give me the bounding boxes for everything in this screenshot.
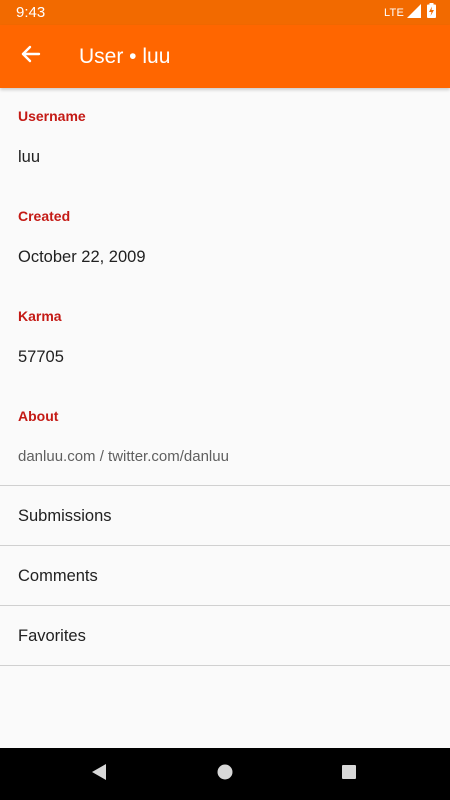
username-field: Username luu (0, 88, 450, 188)
triangle-back-icon (90, 763, 108, 786)
screen: 9:43 LTE User • luu Username luu Created… (0, 0, 450, 800)
menu-item-label: Favorites (18, 627, 86, 645)
created-label: Created (18, 208, 71, 224)
menu-item-submissions[interactable]: Submissions (0, 486, 450, 546)
page-title: User • luu (79, 45, 171, 68)
system-nav-bar (0, 748, 450, 800)
network-type: LTE (384, 7, 404, 19)
status-bar: 9:43 LTE (0, 0, 450, 25)
status-indicators: LTE (384, 3, 436, 23)
status-time: 9:43 (16, 4, 46, 21)
created-field: Created October 22, 2009 (0, 188, 450, 288)
created-value: October 22, 2009 (18, 248, 146, 266)
signal-icon (407, 3, 421, 23)
about-label: About (18, 408, 59, 424)
nav-home-button[interactable] (213, 762, 237, 786)
circle-home-icon (216, 763, 234, 786)
menu-item-label: Submissions (18, 507, 112, 525)
back-button[interactable] (14, 39, 48, 73)
menu-item-favorites[interactable]: Favorites (0, 606, 450, 666)
about-field: About danluu.com / twitter.com/danluu (0, 388, 450, 486)
karma-value: 57705 (18, 348, 64, 366)
app-bar: User • luu (0, 25, 450, 88)
menu-item-comments[interactable]: Comments (0, 546, 450, 606)
username-label: Username (18, 108, 86, 124)
menu-item-label: Comments (18, 567, 98, 585)
karma-field: Karma 57705 (0, 288, 450, 388)
battery-icon (427, 3, 436, 23)
nav-back-button[interactable] (87, 762, 111, 786)
square-recents-icon (340, 763, 358, 786)
karma-label: Karma (18, 308, 62, 324)
about-value[interactable]: danluu.com / twitter.com/danluu (18, 448, 229, 465)
arrow-back-icon (21, 44, 41, 69)
username-value: luu (18, 148, 41, 166)
user-profile: Username luu Created October 22, 2009 Ka… (0, 88, 450, 666)
nav-recents-button[interactable] (337, 762, 361, 786)
